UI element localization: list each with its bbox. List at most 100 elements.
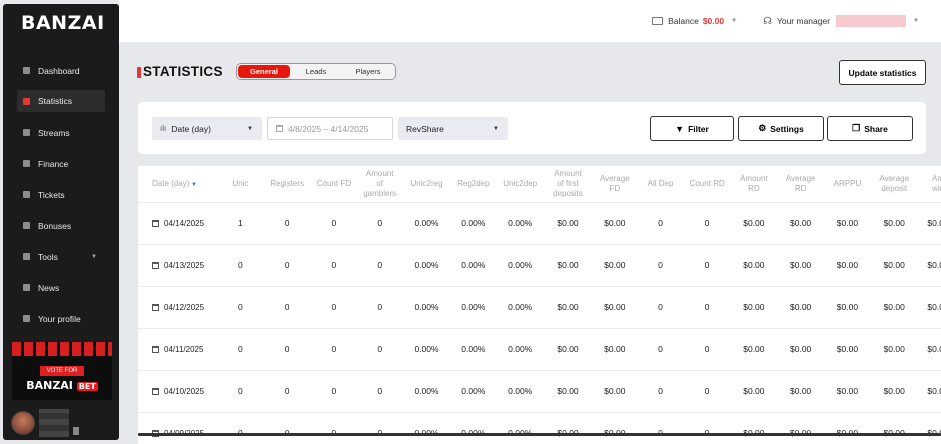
share-button[interactable]: ❐ Share bbox=[827, 116, 913, 141]
model-select[interactable]: RevShare ▼ bbox=[398, 117, 508, 140]
column-header-text: deposit bbox=[881, 183, 908, 193]
sidebar-item-bonuses[interactable]: Bonuses bbox=[3, 210, 119, 241]
cell-value: $0.00 bbox=[557, 218, 579, 228]
table-cell: 0 bbox=[637, 369, 684, 412]
cell-value: $0.00 bbox=[927, 260, 941, 270]
table-cell: 0 bbox=[311, 369, 357, 412]
date-range-input[interactable]: 4/8/2025 – 4/14/2025 bbox=[267, 117, 393, 140]
sidebar-item-news[interactable]: News bbox=[3, 272, 119, 303]
table-cell: 0 bbox=[356, 411, 403, 444]
vote-promo-banner[interactable]: VOTE FOR BANZAI BET bbox=[12, 342, 112, 400]
gear-icon: ⚙ bbox=[758, 123, 767, 133]
settings-button[interactable]: ⚙ Settings bbox=[738, 116, 824, 141]
table-cell: $0.00 bbox=[824, 201, 871, 244]
finance-icon bbox=[22, 160, 30, 168]
cell-value: 0.00% bbox=[508, 218, 533, 228]
table-cell: 0 bbox=[217, 411, 264, 444]
document-icon[interactable] bbox=[73, 427, 79, 435]
calendar-icon bbox=[152, 303, 159, 311]
column-header-text: Average bbox=[785, 173, 816, 183]
cell-value: $0.00 bbox=[927, 386, 941, 396]
sidebar-item-tools[interactable]: Tools ▼ bbox=[3, 241, 119, 272]
sidebar-item-statistics[interactable]: Statistics bbox=[17, 90, 105, 112]
cell-value: 1 bbox=[238, 218, 243, 228]
column-header-text: Unic bbox=[232, 178, 249, 188]
table-cell: 1 bbox=[217, 201, 264, 244]
sidebar-nav: Dashboard Statistics Streams Finance Tic… bbox=[3, 55, 119, 334]
sidebar-item-streams[interactable]: Streams bbox=[3, 117, 119, 148]
balance-value: $0.00 bbox=[702, 16, 725, 26]
column-header-text: Date (day) bbox=[152, 178, 190, 188]
tab-general[interactable]: General bbox=[238, 65, 290, 78]
date-range-value: 4/8/2025 – 4/14/2025 bbox=[288, 123, 369, 134]
cell-value: 0 bbox=[658, 302, 663, 312]
calendar-icon bbox=[152, 387, 159, 395]
sidebar-item-label: Dashboard bbox=[38, 65, 80, 76]
sidebar: BANZAI Dashboard Statistics Streams Fina… bbox=[3, 4, 119, 440]
table-cell: $0.00 bbox=[870, 201, 919, 244]
cell-value: 0 bbox=[238, 344, 243, 354]
table-cell: $0.00 bbox=[776, 369, 825, 412]
cell-value: 0 bbox=[377, 302, 383, 312]
sidebar-item-tickets[interactable]: Tickets bbox=[3, 179, 119, 210]
sidebar-item-label: Streams bbox=[38, 127, 70, 138]
table-cell: $0.00 bbox=[870, 285, 919, 328]
settings-button-label: Settings bbox=[770, 123, 804, 134]
table-cell: 0 bbox=[683, 369, 731, 412]
cell-value: 0.00% bbox=[508, 260, 533, 270]
update-statistics-button[interactable]: Update statistics bbox=[839, 60, 926, 85]
cell-value: 0 bbox=[284, 260, 290, 270]
sidebar-item-finance[interactable]: Finance bbox=[3, 148, 119, 179]
sidebar-item-dashboard[interactable]: Dashboard bbox=[3, 55, 119, 86]
table-cell: 0 bbox=[356, 285, 403, 328]
table-cell: $0.00 bbox=[918, 411, 941, 444]
table-cell: $0.00 bbox=[776, 411, 825, 444]
avatar[interactable] bbox=[11, 411, 35, 435]
cell-value: 0 bbox=[658, 218, 663, 228]
share-button-label: Share bbox=[864, 123, 888, 134]
group-by-select[interactable]: ılı Date (day) ▼ bbox=[152, 117, 262, 140]
table-cell: $0.00 bbox=[824, 243, 871, 286]
column-header: Count FD bbox=[311, 166, 357, 202]
balance-dropdown[interactable]: Balance $0.00 ▼ bbox=[652, 16, 737, 26]
date-cell: 04/13/2025 bbox=[138, 243, 218, 286]
user-block[interactable] bbox=[11, 409, 79, 437]
filter-button[interactable]: ▼ Filter bbox=[650, 116, 734, 141]
cell-value: 0 bbox=[284, 302, 290, 312]
column-header: Count RD bbox=[683, 166, 731, 202]
headset-icon: ☊ bbox=[763, 15, 772, 27]
column-header: Average FD bbox=[592, 166, 638, 202]
cell-value: 0 bbox=[377, 344, 383, 354]
group-by-value: Date (day) bbox=[171, 123, 211, 134]
column-header-date[interactable]: Date (day) ▼ bbox=[138, 166, 218, 202]
table-cell: 0.00% bbox=[450, 369, 497, 412]
cell-value: 0 bbox=[284, 386, 290, 396]
tab-leads[interactable]: Leads bbox=[290, 65, 342, 78]
sidebar-item-profile[interactable]: Your profile bbox=[3, 303, 119, 334]
banzai-logo[interactable]: BANZAI bbox=[3, 4, 119, 42]
table-body: 04/14/2025 1 0 0 0 0.00% 0.00% 0.00% $0.00 $0.00 0… bbox=[138, 201, 941, 444]
tab-players[interactable]: Players bbox=[342, 65, 394, 78]
horizontal-scrollbar[interactable] bbox=[138, 433, 941, 436]
chevron-down-icon: ▼ bbox=[493, 125, 499, 132]
column-header-text: Reg2dep bbox=[457, 178, 490, 188]
cell-value: 04/13/2025 bbox=[164, 260, 205, 270]
cell-value: $0.00 bbox=[790, 302, 812, 312]
manager-dropdown[interactable]: ☊ Your manager ▼ bbox=[763, 15, 919, 27]
date-cell: 04/14/2025 bbox=[138, 201, 218, 244]
cell-value: 0.00% bbox=[461, 218, 486, 228]
calendar-icon bbox=[152, 219, 159, 227]
promo-decoration bbox=[12, 342, 112, 356]
manager-name-redacted bbox=[836, 15, 907, 27]
table-cell: $0.00 bbox=[870, 411, 919, 444]
cell-value: 0 bbox=[704, 218, 710, 228]
cell-value: 0.00% bbox=[414, 218, 439, 228]
cell-value: $0.00 bbox=[743, 260, 765, 270]
dashboard-icon bbox=[22, 67, 30, 75]
table-cell: 0.00% bbox=[450, 243, 497, 286]
sort-desc-icon[interactable]: ▼ bbox=[189, 182, 197, 188]
table-cell: $0.00 bbox=[870, 369, 919, 412]
table-row: 04/11/2025 0 0 0 0 0.00% 0.00% 0.00% $0.00 $0.00 0… bbox=[138, 327, 941, 370]
table-cell: 0 bbox=[263, 369, 312, 412]
table-cell: 0 bbox=[637, 327, 684, 370]
